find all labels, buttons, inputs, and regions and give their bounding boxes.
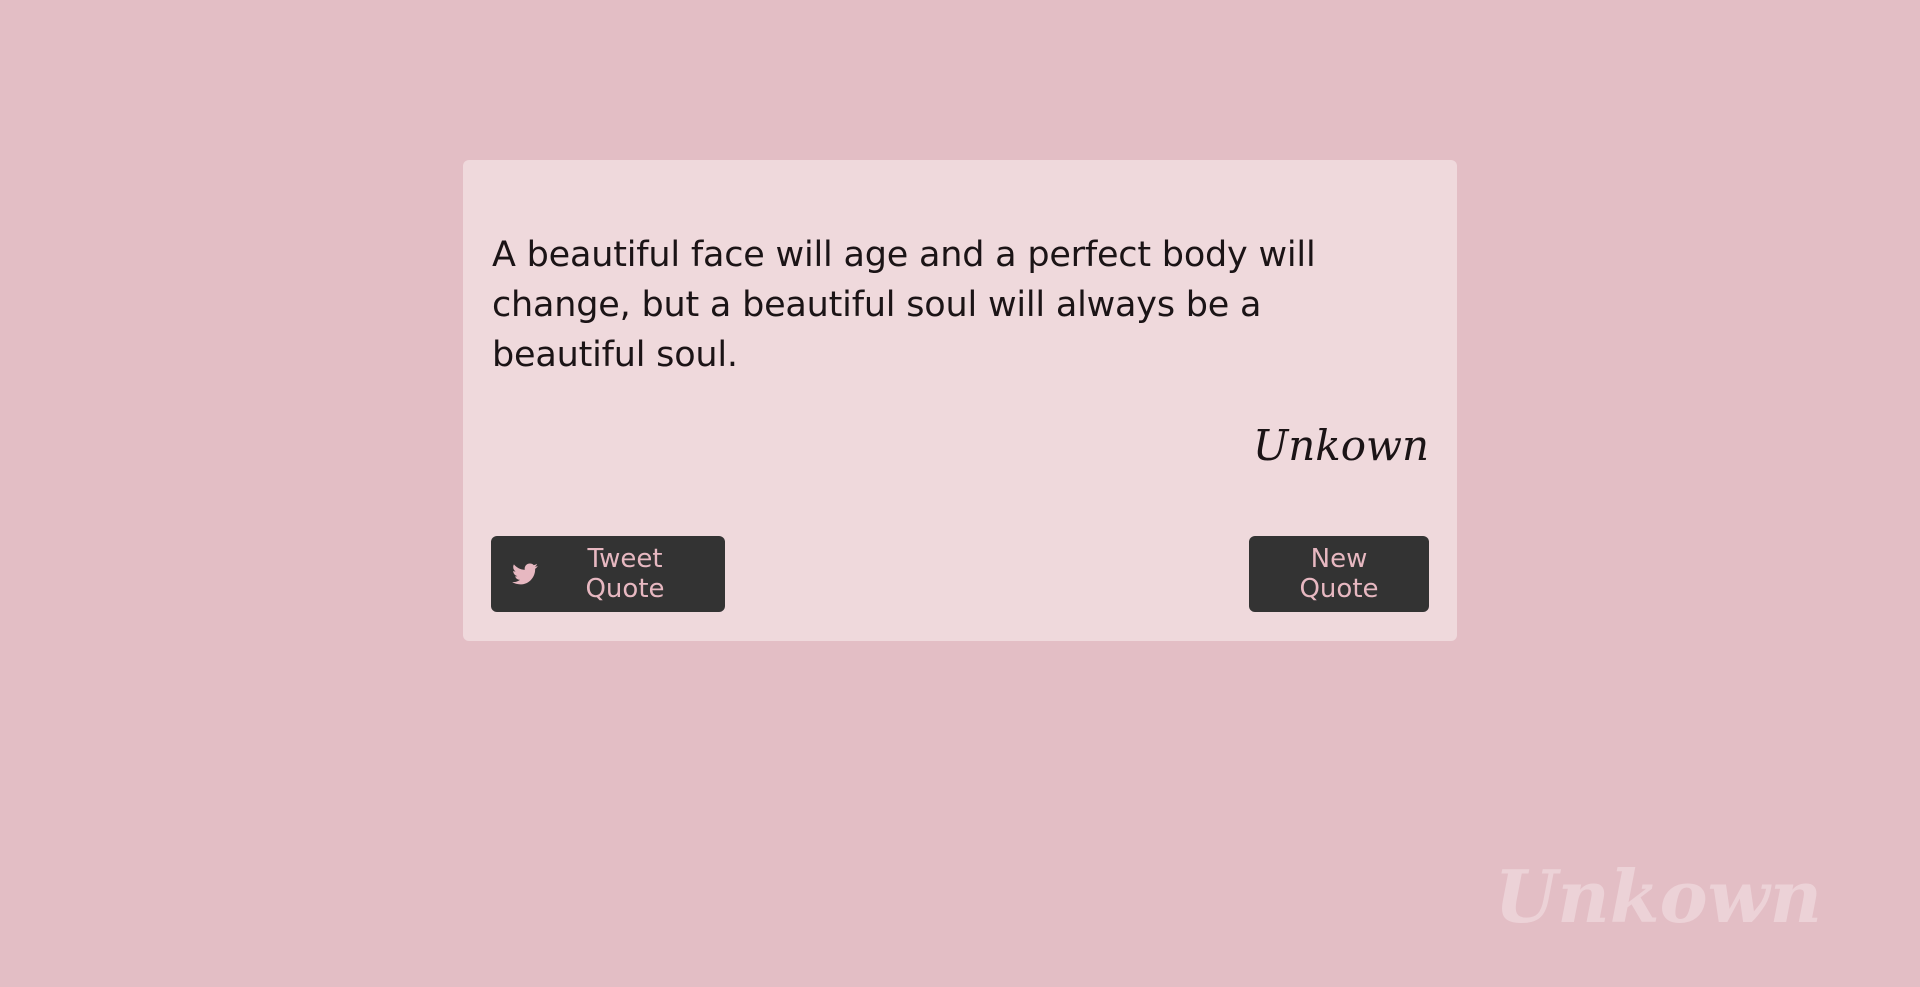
tweet-quote-label: Tweet Quote <box>585 544 665 604</box>
quote-text: A beautiful face will age and a perfect … <box>492 235 1316 375</box>
tweet-quote-button[interactable]: Tweet Quote <box>491 536 725 612</box>
quote-card: A beautiful face will age and a perfect … <box>463 160 1457 641</box>
twitter-icon <box>511 560 539 588</box>
quote-author: Unkown <box>1252 421 1429 470</box>
watermark-author: Unkown <box>1494 854 1822 939</box>
new-quote-button[interactable]: New Quote <box>1249 536 1429 612</box>
